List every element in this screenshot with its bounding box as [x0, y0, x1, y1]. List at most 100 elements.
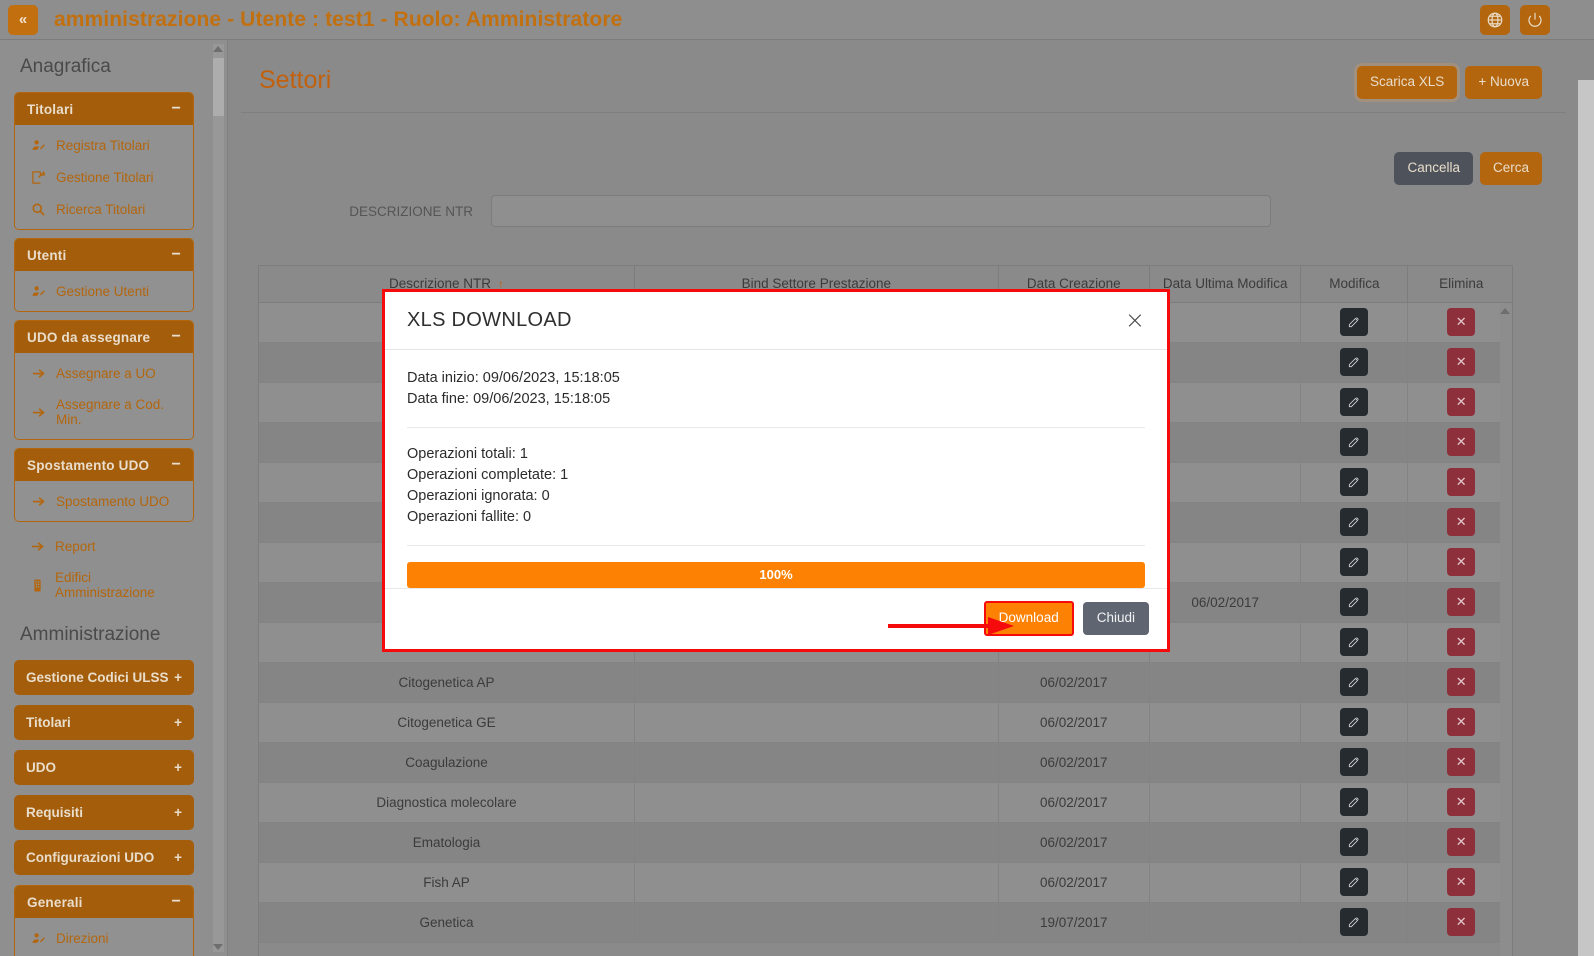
- cancella-button[interactable]: Cancella: [1394, 152, 1473, 185]
- cell-elimina: ✕: [1408, 662, 1513, 702]
- table-row[interactable]: Ematologia06/02/2017✕: [259, 822, 1513, 862]
- scarica-xls-button[interactable]: Scarica XLS: [1357, 66, 1457, 99]
- delete-icon-button[interactable]: ✕: [1447, 748, 1475, 776]
- building-icon: [28, 577, 46, 593]
- edit-icon-button[interactable]: [1340, 908, 1368, 936]
- delete-icon-button[interactable]: ✕: [1447, 428, 1475, 456]
- sidebar-group-header-titolari[interactable]: Titolari −: [15, 93, 193, 125]
- edit-icon-button[interactable]: [1340, 868, 1368, 896]
- sidebar-item-edifici-amministrazione[interactable]: Edifici Amministrazione: [6, 562, 202, 608]
- edit-icon-button[interactable]: [1340, 468, 1368, 496]
- chiudi-button[interactable]: Chiudi: [1083, 602, 1149, 635]
- delete-icon-button[interactable]: ✕: [1447, 788, 1475, 816]
- table-scrollbar-track[interactable]: [1500, 303, 1512, 956]
- delete-icon-button[interactable]: ✕: [1447, 468, 1475, 496]
- cell-descrizione-ntr: Coagulazione: [259, 742, 635, 782]
- edit-icon-button[interactable]: [1340, 708, 1368, 736]
- sidebar-group-header-udo-da-assegnare[interactable]: UDO da assegnare −: [15, 321, 193, 353]
- sidebar-item-assegnare-a-cod-min[interactable]: Assegnare a Cod. Min.: [15, 389, 193, 435]
- scroll-up-icon[interactable]: [213, 46, 223, 52]
- column-header-elimina[interactable]: Elimina: [1408, 266, 1513, 302]
- cerca-button[interactable]: Cerca: [1480, 152, 1542, 185]
- globe-icon-button[interactable]: [1480, 5, 1510, 35]
- sidebar-group-header-spostamento-udo[interactable]: Spostamento UDO −: [15, 449, 193, 481]
- power-icon-button[interactable]: [1520, 5, 1550, 35]
- edit-icon-button[interactable]: [1340, 548, 1368, 576]
- sidebar-group-header-gestione-codici-ulss[interactable]: Gestione Codici ULSS +: [14, 660, 194, 695]
- sidebar-item-spostamento-udo[interactable]: Spostamento UDO: [15, 485, 193, 517]
- table-row[interactable]: Genetica19/07/2017✕: [259, 902, 1513, 942]
- scroll-down-icon[interactable]: [213, 944, 223, 950]
- cell-data-creazione: 06/02/2017: [998, 742, 1149, 782]
- sidebar-item-label: Assegnare a UO: [56, 366, 156, 381]
- page-scrollbar-track[interactable]: [1578, 80, 1594, 956]
- sidebar-group-header-generali[interactable]: Generali −: [15, 886, 193, 918]
- delete-icon-button[interactable]: ✕: [1447, 548, 1475, 576]
- edit-icon-button[interactable]: [1340, 388, 1368, 416]
- table-row[interactable]: Citogenetica GE06/02/2017✕: [259, 702, 1513, 742]
- delete-icon-button[interactable]: ✕: [1447, 628, 1475, 656]
- sidebar-group-header-titolari-admin[interactable]: Titolari +: [14, 705, 194, 740]
- sidebar-item-gestione-utenti[interactable]: Gestione Utenti: [15, 275, 193, 307]
- sidebar-item-direzioni[interactable]: Direzioni: [15, 922, 193, 954]
- sidebar-scrollbar-thumb[interactable]: [213, 58, 224, 116]
- edit-icon-button[interactable]: [1340, 588, 1368, 616]
- delete-icon-button[interactable]: ✕: [1447, 908, 1475, 936]
- delete-icon-button[interactable]: ✕: [1447, 588, 1475, 616]
- delete-icon-button[interactable]: ✕: [1447, 388, 1475, 416]
- sidebar-group-header-requisiti[interactable]: Requisiti +: [14, 795, 194, 830]
- edit-icon-button[interactable]: [1340, 668, 1368, 696]
- arrow-right-icon: [29, 493, 47, 509]
- delete-icon-button[interactable]: ✕: [1447, 668, 1475, 696]
- edit-icon-button[interactable]: [1340, 348, 1368, 376]
- column-header-data-ultima-modifica[interactable]: Data Ultima Modifica: [1149, 266, 1300, 302]
- edit-icon-button[interactable]: [1340, 628, 1368, 656]
- table-row[interactable]: Citogenetica AP06/02/2017✕: [259, 662, 1513, 702]
- cell-elimina: ✕: [1408, 782, 1513, 822]
- edit-icon-button[interactable]: [1340, 748, 1368, 776]
- edit-icon-button[interactable]: [1340, 428, 1368, 456]
- edit-icon-button[interactable]: [1340, 508, 1368, 536]
- close-icon[interactable]: ×: [1125, 308, 1145, 332]
- delete-icon-button[interactable]: ✕: [1447, 508, 1475, 536]
- sidebar-item-gestione-titolari[interactable]: Gestione Titolari: [15, 161, 193, 193]
- modal-title: XLS DOWNLOAD: [407, 309, 572, 332]
- sidebar-group-body-spostamento-udo: Spostamento UDO: [15, 481, 193, 521]
- arrow-right-icon: [28, 538, 46, 554]
- annotation-arrow-icon: [888, 615, 1018, 637]
- sidebar-group-header-configurazioni-udo[interactable]: Configurazioni UDO +: [14, 840, 194, 875]
- sidebar-collapse-button[interactable]: «: [8, 5, 38, 35]
- descrizione-ntr-input[interactable]: [491, 195, 1271, 227]
- edit-icon-button[interactable]: [1340, 828, 1368, 856]
- table-scroll-up-icon[interactable]: [1500, 308, 1510, 314]
- cell-bind-settore-prestazione: [635, 742, 998, 782]
- delete-icon-button[interactable]: ✕: [1447, 348, 1475, 376]
- sidebar-group-titolari: Titolari − Registra Titolari Gestione Ti…: [14, 92, 194, 230]
- sidebar-group-header-udo[interactable]: UDO +: [14, 750, 194, 785]
- column-header-modifica[interactable]: Modifica: [1301, 266, 1408, 302]
- sidebar-item-registra-titolari[interactable]: Registra Titolari: [15, 129, 193, 161]
- delete-icon-button[interactable]: ✕: [1447, 308, 1475, 336]
- nuova-button[interactable]: + Nuova: [1465, 66, 1542, 99]
- plus-icon: +: [174, 850, 182, 865]
- table-row[interactable]: Coagulazione 06/02/2017 ✕: [259, 742, 1513, 782]
- cell-elimina: ✕: [1408, 702, 1513, 742]
- cell-descrizione-ntr: Citogenetica AP: [259, 662, 635, 702]
- delete-icon-button[interactable]: ✕: [1447, 868, 1475, 896]
- table-row[interactable]: Diagnostica molecolare06/02/2017✕: [259, 782, 1513, 822]
- sidebar-item-assegnare-a-uo[interactable]: Assegnare a UO: [15, 357, 193, 389]
- cell-data-creazione: 19/07/2017: [998, 902, 1149, 942]
- cell-data-ultima-modifica: [1149, 902, 1300, 942]
- edit-icon-button[interactable]: [1340, 308, 1368, 336]
- sidebar-group-header-utenti[interactable]: Utenti −: [15, 239, 193, 271]
- table-row[interactable]: Fish AP06/02/2017✕: [259, 862, 1513, 902]
- sidebar-item-report[interactable]: Report: [6, 530, 202, 562]
- cell-data-ultima-modifica: [1149, 662, 1300, 702]
- sidebar-group-label: Spostamento UDO: [27, 458, 149, 473]
- edit-icon-button[interactable]: [1340, 788, 1368, 816]
- delete-icon-button[interactable]: ✕: [1447, 708, 1475, 736]
- sidebar-scrollbar-track[interactable]: [213, 44, 224, 952]
- delete-icon-button[interactable]: ✕: [1447, 828, 1475, 856]
- sidebar-item-ricerca-titolari[interactable]: Ricerca Titolari: [15, 193, 193, 225]
- cell-modifica: [1301, 382, 1408, 422]
